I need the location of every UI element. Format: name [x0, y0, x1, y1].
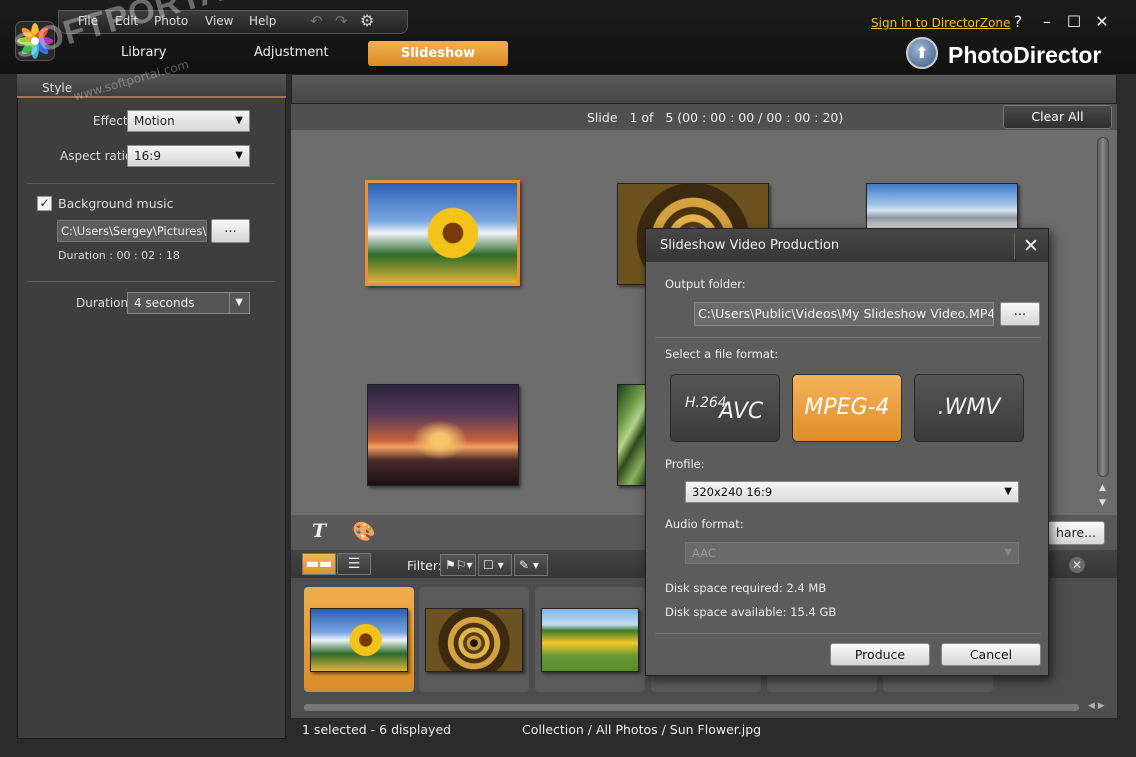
- duration-value: 4 seconds: [134, 296, 195, 310]
- dialog-title: Slideshow Video Production: [660, 238, 840, 253]
- list-view-icon[interactable]: ☰: [337, 553, 371, 575]
- slide-thumbnail[interactable]: [367, 384, 519, 486]
- undo-icon[interactable]: ↶: [310, 12, 323, 30]
- aspect-ratio-dropdown[interactable]: 16:9 ▼: [127, 145, 250, 167]
- chevron-down-icon: ▼: [1004, 486, 1012, 497]
- brand-name: PhotoDirector: [948, 42, 1102, 68]
- audio-format-label: Audio format:: [665, 517, 744, 531]
- clear-all-button[interactable]: Clear All: [1003, 105, 1112, 129]
- slide-thumbnail[interactable]: [365, 180, 520, 286]
- output-browse-button[interactable]: ...: [1000, 302, 1040, 326]
- upgrade-icon[interactable]: ⬆: [906, 37, 938, 69]
- slide-count: 5 (00 : 00 : 00 / 00 : 00 : 20): [665, 110, 844, 125]
- flag-filter-icon[interactable]: ⚑⚐▾: [440, 554, 476, 576]
- music-browse-button[interactable]: ...: [211, 219, 250, 243]
- signin-link[interactable]: Sign in to DirectorZone: [871, 16, 1010, 30]
- aspect-ratio-label: Aspect ratio: [60, 149, 133, 163]
- format-avc-button[interactable]: H.264 AVC: [670, 374, 780, 442]
- cancel-button[interactable]: Cancel: [941, 643, 1041, 666]
- menu-view[interactable]: View: [205, 14, 233, 28]
- aspect-ratio-value: 16:9: [134, 149, 161, 163]
- style-panel: [17, 74, 286, 739]
- chevron-down-icon: ▼: [235, 115, 243, 126]
- file-format-label: Select a file format:: [665, 347, 779, 361]
- tab-slideshow[interactable]: Slideshow: [368, 41, 508, 66]
- slide-info: Slide 1 of 5 (00 : 00 : 00 / 00 : 00 : 2…: [587, 110, 843, 125]
- vertical-scrollbar[interactable]: [1097, 137, 1109, 477]
- music-duration: Duration : 00 : 02 : 18: [58, 249, 180, 262]
- dialog-close-button[interactable]: ✕: [1014, 233, 1047, 259]
- slide-thumbnail[interactable]: [617, 384, 647, 486]
- effect-dropdown[interactable]: Motion ▼: [127, 110, 250, 132]
- duration-dropdown[interactable]: 4 seconds ▼: [127, 292, 250, 314]
- selection-status: 1 selected - 6 displayed: [302, 722, 452, 737]
- disk-space-available: Disk space available: 15.4 GB: [665, 605, 837, 619]
- audio-format-value: AAC: [692, 546, 716, 560]
- tab-library[interactable]: Library: [121, 45, 166, 60]
- divider: [655, 633, 1041, 634]
- format-avc-label: AVC: [719, 399, 764, 424]
- close-button[interactable]: ✕: [1094, 14, 1110, 30]
- settings-gear-icon[interactable]: ⚙: [360, 11, 374, 30]
- maximize-button[interactable]: ☐: [1066, 14, 1082, 30]
- effect-label: Effect: [93, 114, 128, 128]
- duration-label: Duration: [76, 296, 129, 310]
- slide-thumbnail[interactable]: [866, 183, 1018, 233]
- slide-label: Slide: [587, 110, 618, 125]
- style-header-label: Style: [42, 81, 73, 95]
- profile-label: Profile:: [665, 457, 705, 471]
- collection-path: Collection / All Photos / Sun Flower.jpg: [522, 722, 762, 737]
- strip-thumbnail[interactable]: [425, 608, 523, 672]
- divider: [27, 281, 275, 282]
- audio-format-dropdown: AAC ▼: [685, 542, 1019, 564]
- text-tool-icon[interactable]: T: [312, 520, 326, 542]
- edit-filter-icon[interactable]: ✎ ▾: [514, 554, 548, 576]
- format-wmv-button[interactable]: .WMV: [914, 374, 1024, 442]
- disk-space-required: Disk space required: 2.4 MB: [665, 581, 827, 595]
- chevron-down-icon: ▼: [235, 150, 243, 161]
- profile-value: 320x240 16:9: [692, 485, 773, 499]
- slide-position: 1 of: [629, 110, 654, 125]
- scroll-up-icon[interactable]: ▲: [1099, 483, 1106, 493]
- effect-value: Motion: [134, 114, 175, 128]
- share-button[interactable]: hare...: [1040, 521, 1105, 545]
- scroll-left-right-icon[interactable]: ◀ ▶: [1088, 701, 1105, 711]
- filter-label: Filter:: [407, 558, 442, 573]
- background-music-label: Background music: [58, 196, 174, 211]
- menu-help[interactable]: Help: [249, 14, 276, 28]
- horizontal-scrollbar[interactable]: [304, 704, 1079, 711]
- scroll-down-icon[interactable]: ▼: [1099, 498, 1106, 508]
- output-folder-label: Output folder:: [665, 277, 746, 291]
- profile-dropdown[interactable]: 320x240 16:9 ▼: [685, 481, 1019, 503]
- clear-search-icon[interactable]: ✕: [1069, 557, 1085, 573]
- minimize-button[interactable]: –: [1039, 14, 1055, 30]
- redo-icon[interactable]: ↷: [335, 12, 348, 30]
- format-mpeg4-button[interactable]: MPEG-4: [792, 374, 902, 442]
- strip-thumbnail[interactable]: [310, 608, 408, 672]
- divider: [27, 183, 275, 184]
- output-path-field[interactable]: C:\Users\Public\Videos\My Slideshow Vide…: [694, 302, 994, 326]
- palette-icon[interactable]: 🎨: [352, 520, 376, 543]
- help-button[interactable]: ?: [1010, 14, 1026, 30]
- main-header-bar: [291, 74, 1117, 104]
- chevron-down-icon: ▼: [229, 293, 243, 313]
- color-label-filter-icon[interactable]: ☐ ▾: [478, 554, 512, 576]
- produce-button[interactable]: Produce: [830, 643, 930, 666]
- music-path-field[interactable]: C:\Users\Sergey\Pictures\...: [57, 220, 207, 242]
- background-music-checkbox[interactable]: ✓: [37, 196, 52, 211]
- chevron-down-icon: ▼: [1004, 547, 1012, 558]
- strip-thumbnail[interactable]: [541, 608, 639, 672]
- divider: [655, 337, 1041, 338]
- tab-adjustment[interactable]: Adjustment: [254, 45, 329, 60]
- grid-view-icon[interactable]: ▬▬: [302, 553, 336, 575]
